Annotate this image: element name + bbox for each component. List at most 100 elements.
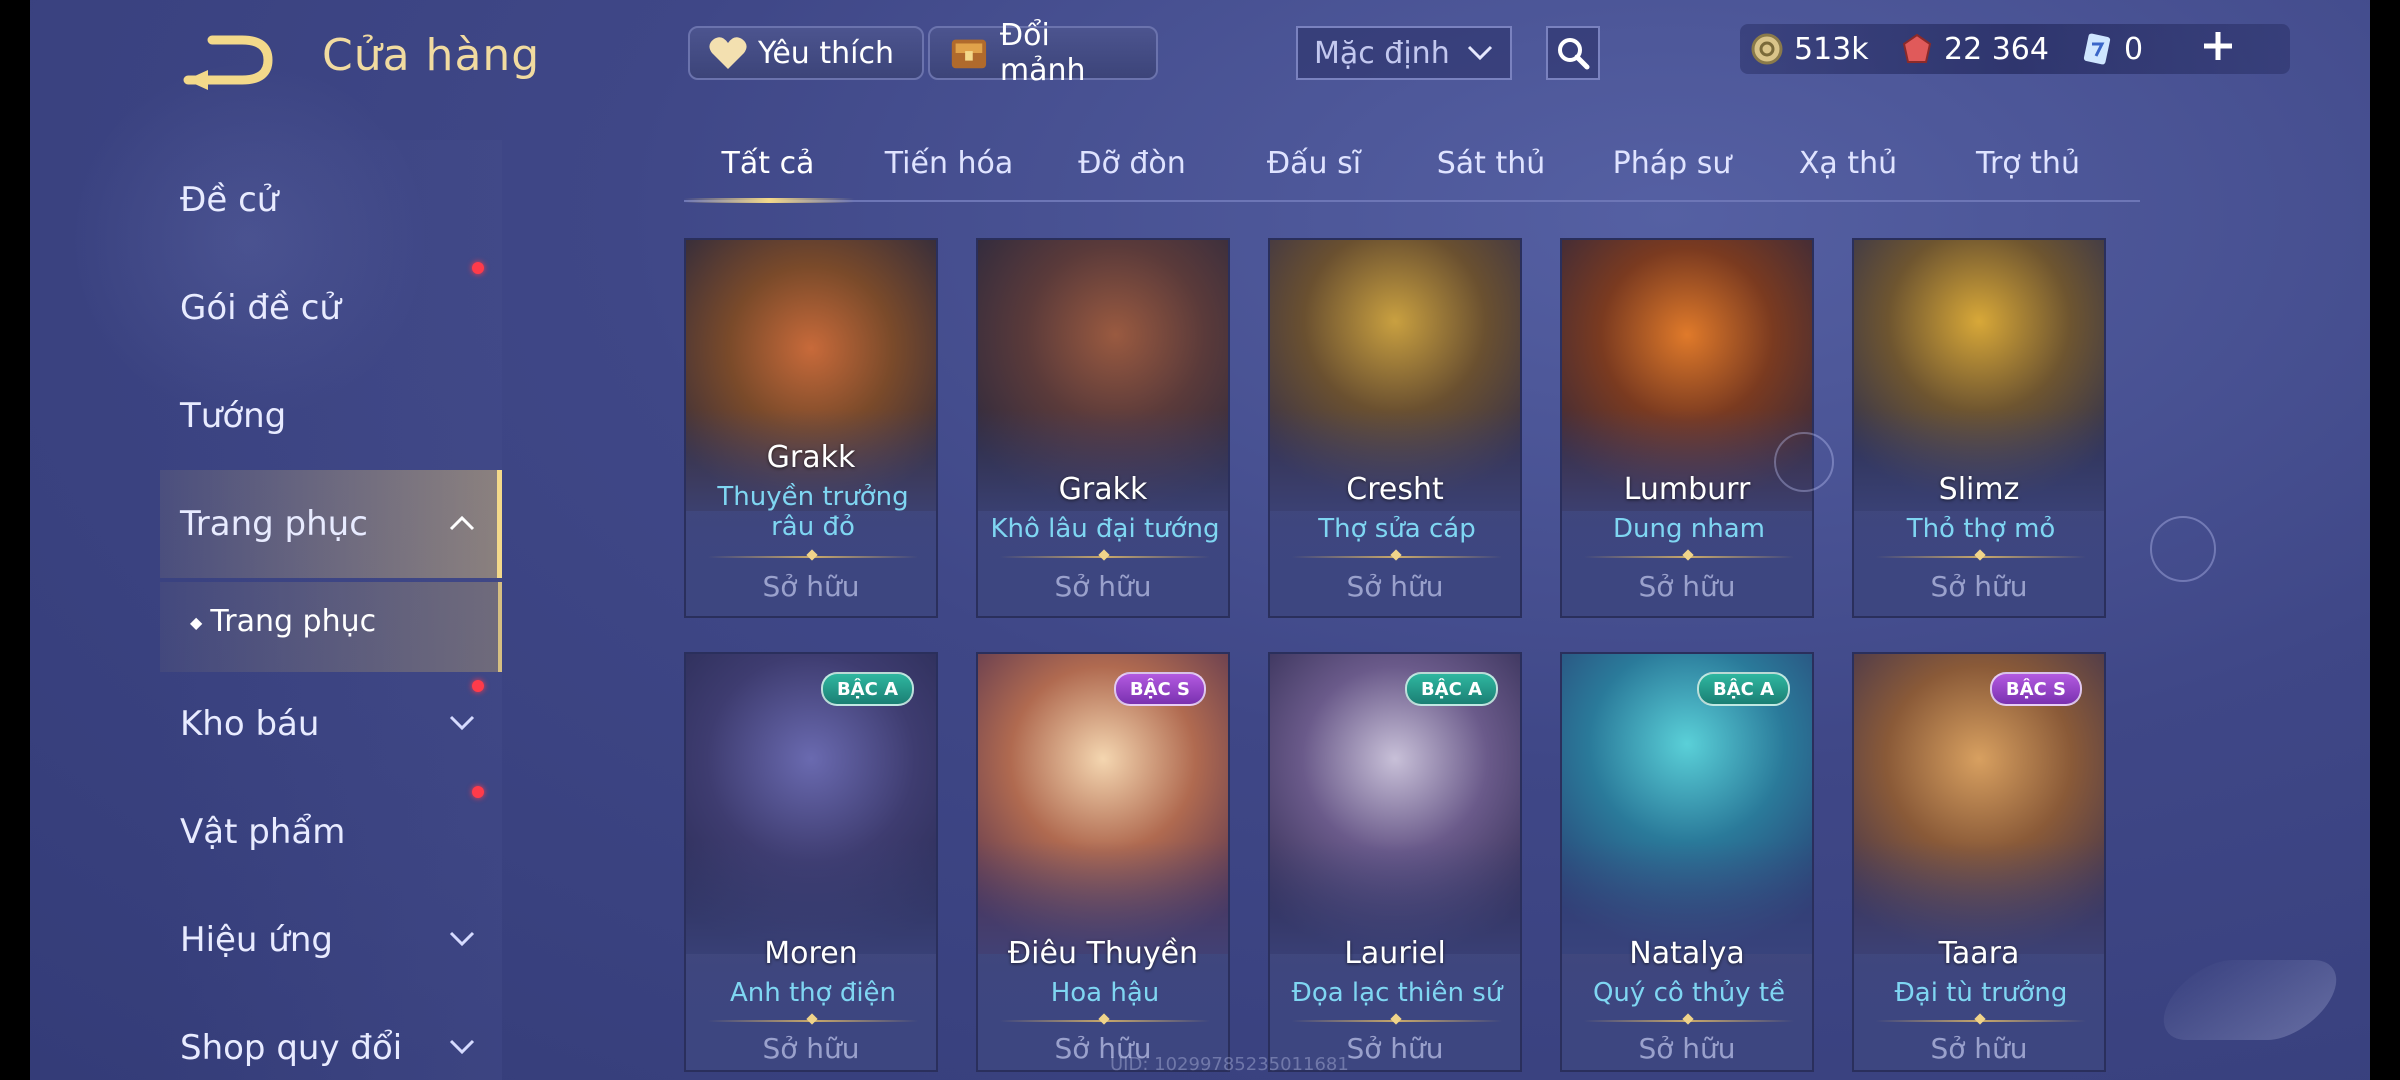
back-button[interactable] <box>182 30 278 90</box>
tab-mage[interactable]: Pháp sư <box>1613 146 1732 181</box>
sidebar-item-heroes[interactable]: Tướng <box>180 376 500 456</box>
hero-name: Điêu Thuyền <box>1007 936 1199 971</box>
owned-status: Sở hữu <box>762 1032 860 1065</box>
decorative-ring <box>1774 432 1834 492</box>
sidebar-item-treasure[interactable]: Kho báu <box>180 684 500 764</box>
skin-name: Quý cô thủy tề <box>1592 978 1786 1008</box>
search-icon <box>1558 38 1590 70</box>
skin-name: Thỏ thợ mỏ <box>1906 514 2056 544</box>
tab-marksman[interactable]: Xạ thủ <box>1799 146 1897 181</box>
skin-card[interactable]: BẬC A Moren Anh thợ điện Sở hữu <box>684 652 938 1072</box>
tab-tank[interactable]: Đỡ đòn <box>1078 146 1186 181</box>
sidebar-item-recommended-packs[interactable]: Gói đề cử <box>180 268 500 348</box>
skin-card[interactable]: Cresht Thợ sửa cáp Sở hữu <box>1268 238 1522 618</box>
card-divider <box>708 556 918 558</box>
heart-icon <box>709 37 747 69</box>
sidebar-subitem-label: Trang phục <box>210 604 377 639</box>
favorites-label: Yêu thích <box>758 35 894 71</box>
skin-card[interactable]: BẬC S Taara Đại tù trưởng Sở hữu <box>1852 652 2106 1072</box>
skin-name: Dung nham <box>1613 514 1765 544</box>
sidebar-subitem-skins[interactable]: ◆ Trang phục <box>190 604 376 639</box>
sidebar-item-items[interactable]: Vật phẩm <box>180 792 500 872</box>
hero-name: Lauriel <box>1344 936 1446 971</box>
card-divider <box>1000 1020 1210 1022</box>
shard-exchange-button[interactable]: Đổi mảnh <box>928 18 1158 88</box>
back-arrow-icon <box>183 35 273 90</box>
owned-status: Sở hữu <box>1346 570 1444 603</box>
decorative-ring <box>2150 516 2216 582</box>
tier-badge: BẬC S <box>1989 672 2082 706</box>
card-divider <box>1584 556 1794 558</box>
skin-card[interactable]: Slimz Thỏ thợ mỏ Sở hữu <box>1852 238 2106 618</box>
tab-all[interactable]: Tất cả <box>722 146 815 181</box>
chevron-down-icon <box>442 1033 482 1063</box>
sidebar-item-label: Kho báu <box>180 704 320 744</box>
ruby-balance: 22 364 <box>1900 24 2049 74</box>
skin-card[interactable]: Grakk Khô lâu đại tướng Sở hữu <box>976 238 1230 618</box>
chevron-up-icon <box>442 509 482 539</box>
favorites-button[interactable]: Yêu thích <box>688 26 924 80</box>
notification-dot <box>472 262 484 274</box>
owned-status: Sở hữu <box>1638 570 1736 603</box>
hero-name: Grakk <box>766 440 856 475</box>
card-divider <box>1876 1020 2086 1022</box>
sidebar-item-label: Hiệu ứng <box>180 920 333 960</box>
tab-support[interactable]: Trợ thủ <box>1976 146 2080 181</box>
chevron-down-icon <box>442 925 482 955</box>
tab-evolution[interactable]: Tiến hóa <box>885 146 1014 181</box>
sidebar-item-label: Gói đề cử <box>180 288 341 328</box>
sidebar-item-exchange-shop[interactable]: Shop quy đổi <box>180 1008 500 1080</box>
sidebar-item-label: Shop quy đổi <box>180 1028 403 1068</box>
skin-card[interactable]: BẬC A Lauriel Đọa lạc thiên sứ Sở hữu <box>1268 652 1522 1072</box>
diamond-bullet-icon: ◆ <box>190 613 203 632</box>
sidebar-item-label: Trang phục <box>180 504 368 544</box>
hero-name: Cresht <box>1346 472 1444 507</box>
sidebar: Đề cử Gói đề cử Tướng Trang phục ◆ Trang … <box>30 0 502 1080</box>
sort-dropdown[interactable]: Mặc định <box>1296 26 1512 80</box>
skin-card[interactable]: Grakk Thuyền trưởng râu đỏ Sở hữu <box>684 238 938 618</box>
card-divider <box>708 1020 918 1022</box>
hero-name: Moren <box>764 936 858 971</box>
gold-value: 513k <box>1794 31 1869 67</box>
tab-assassin[interactable]: Sát thủ <box>1437 146 1546 181</box>
tier-badge: BẬC A <box>820 672 914 706</box>
sidebar-item-label: Tướng <box>180 396 287 436</box>
skin-name: Khô lâu đại tướng <box>990 514 1220 544</box>
skin-name: Thuyền trưởng râu đỏ <box>717 482 909 542</box>
card-divider <box>1292 1020 1502 1022</box>
owned-status: Sở hữu <box>1930 570 2028 603</box>
card-divider <box>1292 556 1502 558</box>
skin-card[interactable]: BẬC A Natalya Quý cô thủy tề Sở hữu <box>1560 652 1814 1072</box>
sidebar-item-recommended[interactable]: Đề cử <box>180 160 500 240</box>
ruby-value: 22 364 <box>1944 31 2049 67</box>
card-divider <box>1876 556 2086 558</box>
shard-chest-icon <box>951 39 987 69</box>
sidebar-item-skins[interactable]: Trang phục <box>180 484 500 564</box>
search-button[interactable] <box>1546 26 1600 80</box>
category-tabs: Tất cả Tiến hóa Đỡ đòn Đấu sĩ Sát thủ Ph… <box>684 138 2140 202</box>
chevron-down-icon <box>442 709 482 739</box>
add-currency-button[interactable] <box>2196 28 2240 72</box>
owned-status: Sở hữu <box>1054 570 1152 603</box>
skin-card[interactable]: BẬC S Điêu Thuyền Hoa hậu Sở hữu <box>976 652 1230 1072</box>
background-brushstroke <box>2146 960 2354 1040</box>
gold-balance: 513k <box>1750 24 1869 74</box>
owned-status: Sở hữu <box>1638 1032 1736 1065</box>
shop-screen: Đề cử Gói đề cử Tướng Trang phục ◆ Trang … <box>30 0 2370 1080</box>
sidebar-item-label: Đề cử <box>180 180 279 220</box>
tier-badge: BẬC A <box>1404 672 1498 706</box>
skin-card[interactable]: Lumburr Dung nham Sở hữu <box>1560 238 1814 618</box>
tier-badge: BẬC S <box>1113 672 1206 706</box>
hero-name: Natalya <box>1629 936 1745 971</box>
chevron-down-icon <box>1467 45 1493 61</box>
card-divider <box>1000 556 1210 558</box>
ruby-icon <box>1902 33 1932 63</box>
tab-fighter[interactable]: Đấu sĩ <box>1267 146 1361 181</box>
sidebar-item-effects[interactable]: Hiệu ứng <box>180 900 500 980</box>
sort-dropdown-value: Mặc định <box>1314 35 1450 71</box>
skin-name: Thợ sửa cáp <box>1318 514 1476 544</box>
gold-coin-icon <box>1751 33 1783 65</box>
card-divider <box>1584 1020 1794 1022</box>
owned-status: Sở hữu <box>1930 1032 2028 1065</box>
active-tab-indicator <box>684 198 854 203</box>
